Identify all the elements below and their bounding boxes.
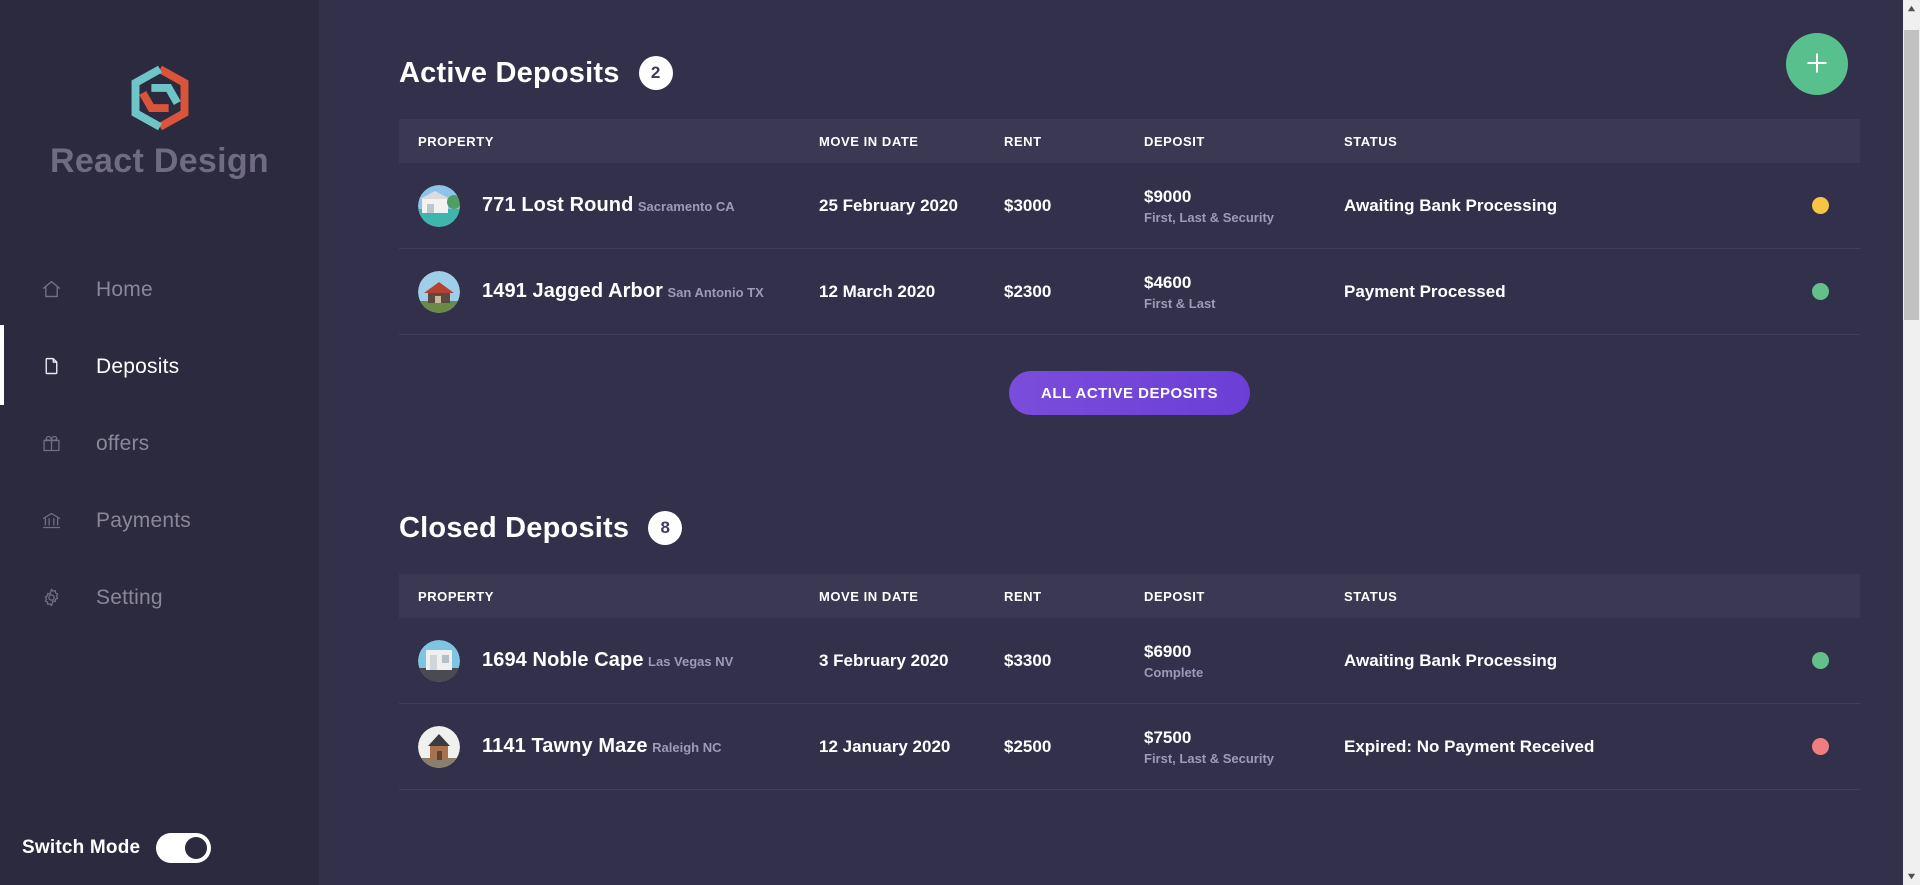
- scroll-up-arrow-icon[interactable]: [1903, 0, 1920, 17]
- sidebar-nav: Home Deposits offers Payments Setting: [0, 251, 319, 636]
- deposit-amount: $4600: [1144, 272, 1192, 292]
- sidebar-item-offers[interactable]: offers: [0, 405, 319, 482]
- switch-mode-label: Switch Mode: [22, 837, 141, 858]
- move-in-date: 12 January 2020: [819, 736, 951, 756]
- property-name: 1694 Noble Cape: [482, 649, 644, 671]
- rent-amount: $2500: [1004, 736, 1052, 756]
- switch-mode-toggle[interactable]: [156, 833, 212, 863]
- status-badge: [1811, 738, 1829, 755]
- status-badge: [1811, 283, 1829, 300]
- scrollbar-thumb[interactable]: [1904, 30, 1919, 320]
- column-header-move-in-date: MOVE IN DATE: [819, 133, 919, 149]
- status-badge: [1811, 652, 1829, 669]
- column-header-status: STATUS: [1344, 588, 1398, 604]
- rent-amount: $2300: [1004, 281, 1052, 301]
- sidebar-item-label: Home: [96, 277, 153, 301]
- closed-deposits-table: PROPERTY MOVE IN DATE RENT DEPOSIT STATU…: [399, 574, 1860, 790]
- property-name: 1491 Jagged Arbor: [482, 280, 664, 302]
- table-header-row: PROPERTY MOVE IN DATE RENT DEPOSIT STATU…: [399, 574, 1860, 618]
- sidebar-item-label: offers: [96, 431, 150, 455]
- bank-icon: [38, 508, 64, 534]
- move-in-date: 3 February 2020: [819, 650, 949, 670]
- column-header-move-in-date: MOVE IN DATE: [819, 588, 919, 604]
- gift-icon: [38, 431, 64, 457]
- property-location: Las Vegas NV: [648, 654, 734, 669]
- sidebar-item-label: Setting: [96, 585, 163, 609]
- rent-amount: $3000: [1004, 195, 1052, 215]
- column-header-rent: RENT: [1004, 133, 1042, 149]
- property-name: 1141 Tawny Maze: [482, 735, 648, 757]
- active-deposits-count-badge: 2: [638, 56, 673, 90]
- column-header-property: PROPERTY: [418, 133, 494, 149]
- toggle-knob: [185, 837, 208, 859]
- avatar: [418, 725, 460, 768]
- avatar: [418, 270, 460, 313]
- all-active-deposits-button[interactable]: ALL ACTIVE DEPOSITS: [1008, 371, 1251, 415]
- sidebar-item-deposits[interactable]: Deposits: [0, 325, 319, 405]
- rent-amount: $3300: [1004, 650, 1052, 670]
- table-row[interactable]: 771 Lost Round Sacramento CA 25 February…: [399, 163, 1860, 249]
- property-location: Sacramento CA: [637, 199, 735, 214]
- scroll-down-arrow-icon[interactable]: [1903, 868, 1920, 885]
- active-deposits-header: Active Deposits 2: [399, 0, 1860, 90]
- deposit-detail: First, Last & Security: [1144, 750, 1275, 766]
- deposit-detail: First & Last: [1144, 295, 1216, 311]
- deposit-amount: $9000: [1144, 186, 1192, 206]
- deposit-amount: $6900: [1144, 641, 1192, 661]
- status-text: Awaiting Bank Processing: [1344, 650, 1558, 670]
- deposit-amount: $7500: [1144, 727, 1192, 747]
- status-text: Payment Processed: [1344, 281, 1506, 301]
- sidebar-item-home[interactable]: Home: [0, 251, 319, 328]
- active-deposits-table: PROPERTY MOVE IN DATE RENT DEPOSIT STATU…: [399, 119, 1860, 335]
- sidebar: React Design Home Deposits offers Paymen…: [0, 0, 319, 885]
- home-icon: [38, 277, 64, 303]
- move-in-date: 25 February 2020: [819, 195, 958, 215]
- avatar: [418, 184, 460, 227]
- property-location: Raleigh NC: [652, 740, 722, 755]
- sidebar-item-label: Deposits: [96, 354, 180, 378]
- plus-icon: [1802, 48, 1832, 81]
- document-icon: [38, 354, 64, 380]
- column-header-rent: RENT: [1004, 588, 1042, 604]
- brand-name: React Design: [49, 142, 269, 180]
- add-deposit-button[interactable]: [1786, 33, 1848, 95]
- main-content: Active Deposits 2 PROPERTY MOVE IN DATE …: [319, 0, 1920, 885]
- hexagon-logo-icon: [124, 62, 196, 134]
- property-name: 771 Lost Round: [482, 194, 634, 216]
- gear-icon: [38, 585, 64, 611]
- avatar: [418, 639, 460, 682]
- sidebar-item-setting[interactable]: Setting: [0, 559, 319, 636]
- status-text: Expired: No Payment Received: [1344, 736, 1595, 756]
- property-location: San Antonio TX: [667, 285, 764, 300]
- table-row[interactable]: 1141 Tawny Maze Raleigh NC 12 January 20…: [399, 704, 1860, 790]
- status-text: Awaiting Bank Processing: [1344, 195, 1558, 215]
- closed-deposits-title: Closed Deposits: [399, 511, 630, 544]
- scrollbar[interactable]: [1903, 0, 1920, 885]
- brand-logo: React Design: [0, 0, 319, 181]
- status-badge: [1811, 197, 1829, 214]
- move-in-date: 12 March 2020: [819, 281, 936, 301]
- table-row[interactable]: 1694 Noble Cape Las Vegas NV 3 February …: [399, 618, 1860, 704]
- column-header-deposit: DEPOSIT: [1144, 588, 1205, 604]
- deposit-detail: Complete: [1144, 664, 1204, 680]
- page-title: Active Deposits: [399, 56, 620, 89]
- column-header-property: PROPERTY: [418, 588, 494, 604]
- column-header-status: STATUS: [1344, 133, 1398, 149]
- closed-deposits-count-badge: 8: [648, 511, 683, 545]
- table-header-row: PROPERTY MOVE IN DATE RENT DEPOSIT STATU…: [399, 119, 1860, 163]
- deposit-detail: First, Last & Security: [1144, 209, 1275, 225]
- sidebar-item-label: Payments: [96, 508, 191, 532]
- switch-mode-row: Switch Mode: [22, 833, 212, 863]
- table-row[interactable]: 1491 Jagged Arbor San Antonio TX 12 Marc…: [399, 249, 1860, 335]
- closed-deposits-header: Closed Deposits 8: [399, 455, 1860, 545]
- column-header-deposit: DEPOSIT: [1144, 133, 1205, 149]
- sidebar-item-payments[interactable]: Payments: [0, 482, 319, 559]
